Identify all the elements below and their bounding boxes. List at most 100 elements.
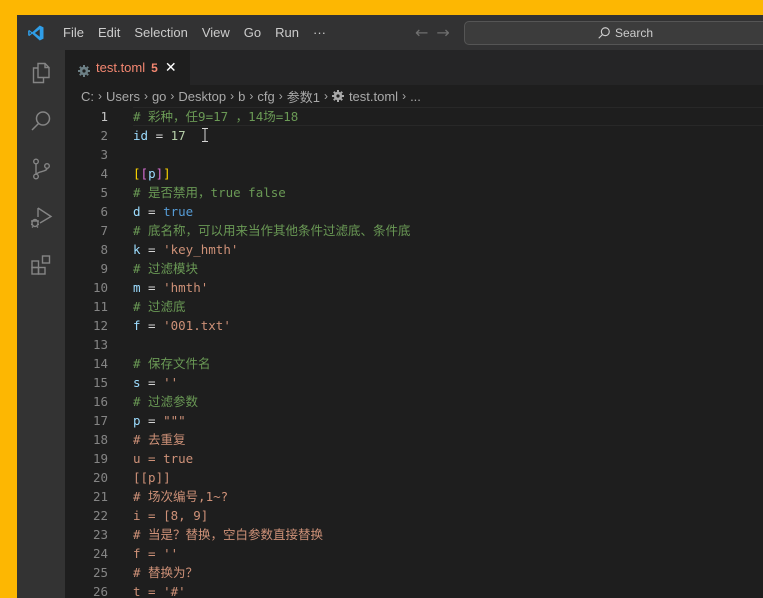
search-view-icon[interactable]: [29, 109, 53, 133]
menu-go[interactable]: Go: [237, 15, 268, 50]
breadcrumb-item[interactable]: test.toml: [349, 89, 398, 104]
code-line[interactable]: 2 id = 17: [65, 126, 763, 145]
code-token: # 过滤底: [133, 299, 186, 314]
menu-file[interactable]: File: [56, 15, 91, 50]
line-number: 13: [92, 337, 108, 352]
line-number: 8: [100, 242, 108, 257]
vscode-window: File Edit Selection View Go Run ··· ← → …: [17, 15, 763, 598]
code-editor[interactable]: 1 # 彩种，任9=17 ，14场=18 2 id = 17 3 4 [[p]] 5 # 是否禁…: [65, 107, 763, 598]
line-content: # 过滤模块: [133, 259, 198, 278]
line-number: 11: [92, 299, 108, 314]
title-bar: File Edit Selection View Go Run ··· ← → …: [17, 15, 763, 50]
explorer-icon[interactable]: [29, 61, 53, 85]
close-tab-icon[interactable]: ✕: [165, 60, 177, 76]
breadcrumb-item[interactable]: b: [238, 89, 245, 104]
line-number: 5: [100, 185, 108, 200]
code-line[interactable]: 8 k = 'key_hmth': [65, 240, 763, 259]
forward-arrow-icon[interactable]: →: [436, 23, 449, 42]
line-number: 3: [100, 147, 108, 162]
run-and-debug-icon[interactable]: [29, 205, 53, 229]
code-line[interactable]: 25 # 替换为？: [65, 563, 763, 582]
code-line[interactable]: 7 # 底名称，可以用来当作其他条件过滤底、条件底: [65, 221, 763, 240]
code-line[interactable]: 13: [65, 335, 763, 354]
code-token: # 去重复: [133, 432, 186, 447]
line-content: m = 'hmth': [133, 278, 208, 297]
line-number: 22: [92, 508, 108, 523]
menu-edit[interactable]: Edit: [91, 15, 127, 50]
breadcrumb-item[interactable]: cfg: [257, 89, 274, 104]
code-token: k: [133, 242, 141, 257]
code-line[interactable]: 21 # 场次编号,1~?: [65, 487, 763, 506]
vscode-logo-icon: [26, 23, 46, 43]
menu-run[interactable]: Run: [268, 15, 306, 50]
line-number: 21: [92, 489, 108, 504]
code-line[interactable]: 18 # 去重复: [65, 430, 763, 449]
code-token: [: [133, 166, 141, 181]
search-icon: [597, 26, 611, 40]
code-line[interactable]: 9 # 过滤模块: [65, 259, 763, 278]
code-line[interactable]: 10 m = 'hmth': [65, 278, 763, 297]
line-content: [[p]]: [133, 164, 171, 183]
code-line[interactable]: 1 # 彩种，任9=17 ，14场=18: [65, 107, 763, 126]
command-center-search[interactable]: Search: [464, 21, 763, 45]
breadcrumb-item[interactable]: C:: [81, 89, 94, 104]
line-number: 4: [100, 166, 108, 181]
line-number: 24: [92, 546, 108, 561]
code-line[interactable]: 16 # 过滤参数: [65, 392, 763, 411]
breadcrumb-item[interactable]: ...: [410, 89, 421, 104]
chevron-right-icon: ›: [143, 89, 148, 103]
code-line[interactable]: 5 # 是否禁用，true false: [65, 183, 763, 202]
code-line[interactable]: 22 i = [8, 9]: [65, 506, 763, 525]
problems-count-badge: 5: [151, 60, 158, 75]
tab-label: test.toml: [96, 60, 146, 75]
chevron-right-icon: ›: [278, 89, 283, 103]
menu-bar: File Edit Selection View Go Run ···: [56, 15, 333, 50]
code-token: ]: [163, 166, 171, 181]
breadcrumb-item[interactable]: Desktop: [178, 89, 226, 104]
code-token: # 是否禁用，true false: [133, 185, 286, 200]
code-line[interactable]: 15 s = '': [65, 373, 763, 392]
code-token: m: [133, 280, 141, 295]
code-token: [[p]]: [133, 470, 171, 485]
line-content: # 底名称，可以用来当作其他条件过滤底、条件底: [133, 221, 411, 240]
editor-tabs: test.toml 5 ✕: [65, 50, 763, 85]
code-line[interactable]: 11 # 过滤底: [65, 297, 763, 316]
code-line[interactable]: 19 u = true: [65, 449, 763, 468]
menu-view[interactable]: View: [195, 15, 237, 50]
chevron-right-icon: ›: [323, 89, 328, 103]
code-token: p: [148, 166, 156, 181]
code-line[interactable]: 4 [[p]]: [65, 164, 763, 183]
code-token: 'key_hmth': [163, 242, 239, 257]
code-line[interactable]: 23 # 当是？替换，空白参数直接替换: [65, 525, 763, 544]
breadcrumb-item[interactable]: Users: [106, 89, 140, 104]
code-line[interactable]: 20 [[p]]: [65, 468, 763, 487]
menu-more[interactable]: ···: [306, 15, 333, 50]
code-line[interactable]: 17 p = """: [65, 411, 763, 430]
code-token: =: [140, 242, 164, 257]
back-arrow-icon[interactable]: ←: [415, 23, 428, 42]
line-number: 12: [92, 318, 108, 333]
breadcrumb-item[interactable]: go: [152, 89, 166, 104]
line-content: # 是否禁用，true false: [133, 183, 286, 202]
code-line[interactable]: 3: [65, 145, 763, 164]
menu-selection[interactable]: Selection: [127, 15, 194, 50]
breadcrumb-item[interactable]: 参数1: [287, 87, 320, 106]
search-placeholder: Search: [614, 26, 654, 40]
extensions-icon[interactable]: [29, 253, 53, 277]
code-token: '': [163, 375, 179, 390]
code-token: =: [140, 280, 164, 295]
code-line[interactable]: 6 d = true: [65, 202, 763, 221]
code-line[interactable]: 24 f = '': [65, 544, 763, 563]
line-number: 1: [100, 109, 108, 124]
navigation-arrows: ← →: [415, 15, 450, 50]
gear-file-icon: [331, 90, 344, 102]
code-line[interactable]: 26 t = '#': [65, 582, 763, 598]
tab-test-toml[interactable]: test.toml 5 ✕: [65, 50, 190, 85]
line-number: 14: [92, 356, 108, 371]
line-content: s = '': [133, 373, 178, 392]
line-content: [[p]]: [133, 468, 171, 487]
source-control-icon[interactable]: [29, 157, 53, 181]
code-line[interactable]: 12 f = '001.txt': [65, 316, 763, 335]
code-line[interactable]: 14 # 保存文件名: [65, 354, 763, 373]
line-content: i = [8, 9]: [133, 506, 208, 525]
